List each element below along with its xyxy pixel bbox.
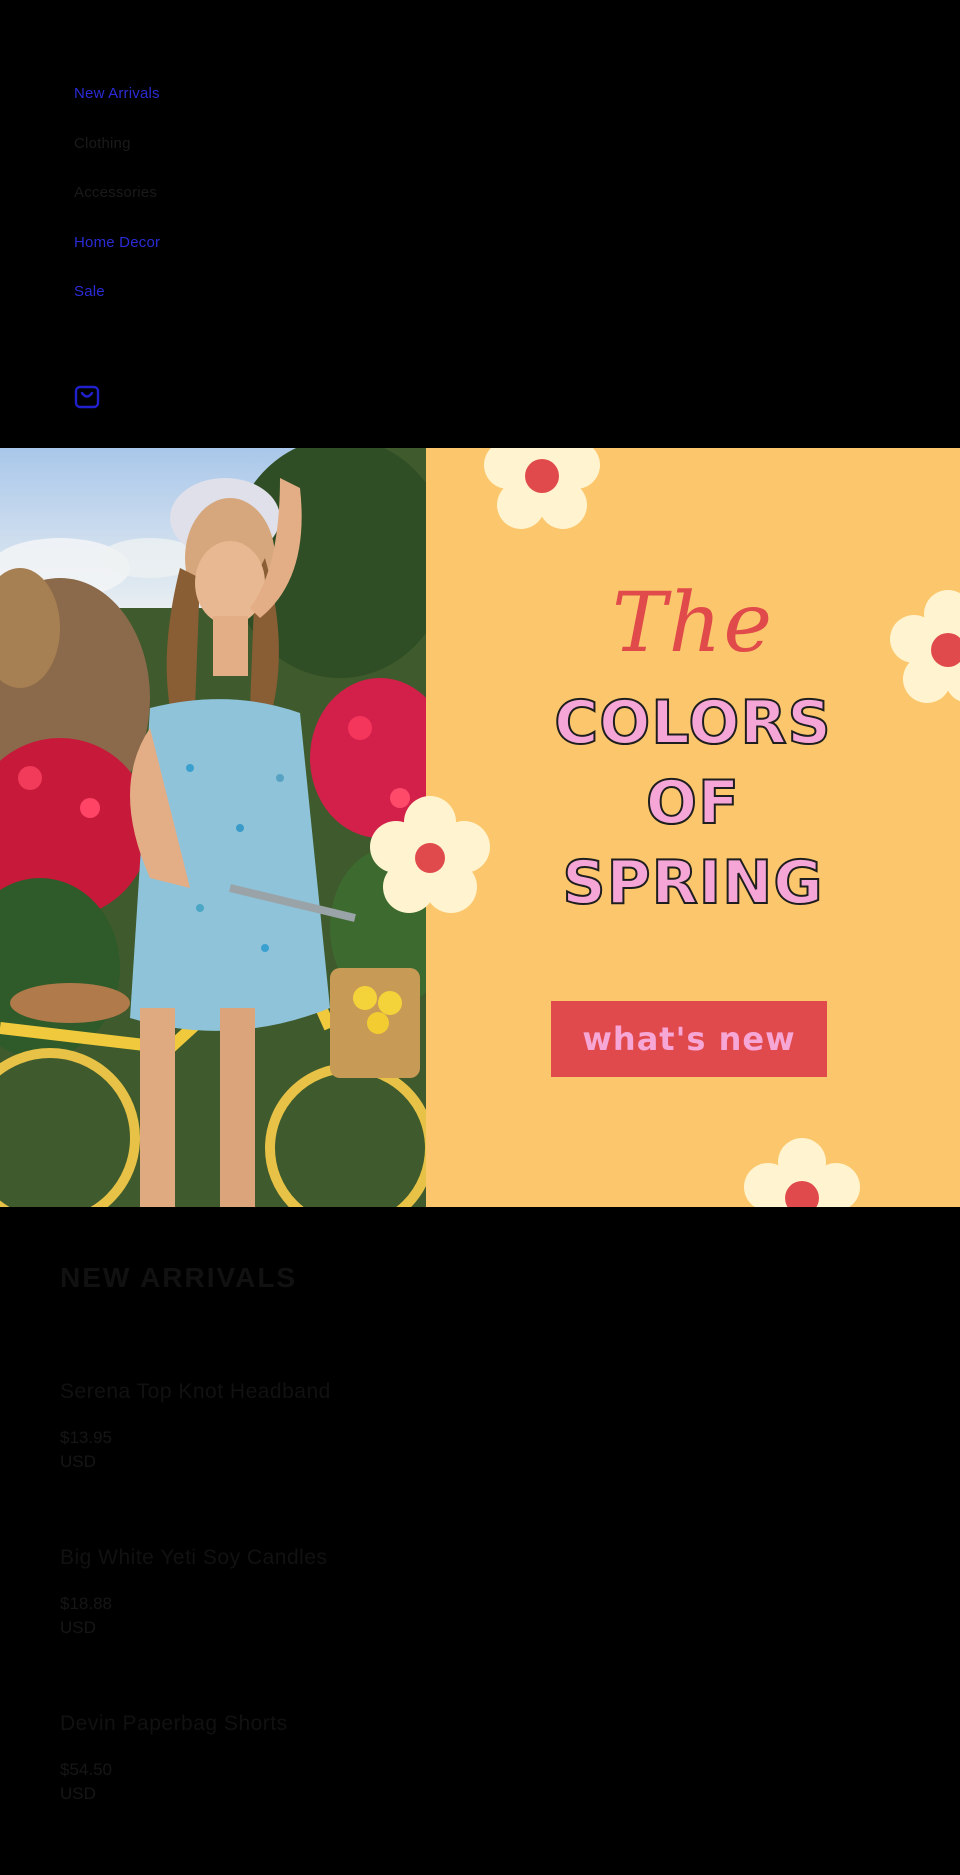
hero-promo-panel: The COLORS OF SPRING what's new bbox=[426, 448, 960, 1207]
price-currency: USD bbox=[60, 1452, 96, 1471]
product-card[interactable]: Big White Yeti Soy Candles $18.88 USD bbox=[60, 1546, 760, 1640]
product-card[interactable]: Devin Paperbag Shorts $54.50 USD bbox=[60, 1712, 760, 1806]
nav-new-arrivals[interactable]: New Arrivals bbox=[74, 84, 160, 134]
main-nav: New Arrivals Clothing Accessories Home D… bbox=[74, 84, 160, 332]
hero-script-word: The bbox=[611, 576, 775, 671]
nav-home-decor[interactable]: Home Decor bbox=[74, 233, 160, 283]
product-price: $13.95 USD bbox=[60, 1426, 760, 1474]
hero-headline-line2: OF bbox=[645, 767, 740, 839]
flower-icon bbox=[370, 796, 490, 913]
product-name[interactable]: Devin Paperbag Shorts bbox=[60, 1712, 760, 1736]
section-title-new-arrivals: NEW ARRIVALS bbox=[60, 1262, 298, 1293]
page: New Arrivals Clothing Accessories Home D… bbox=[0, 0, 960, 1875]
hero-headline-line3: SPRING bbox=[561, 847, 824, 919]
shopping-bag-icon[interactable] bbox=[74, 384, 100, 410]
whats-new-button[interactable]: what's new bbox=[551, 1001, 827, 1077]
product-name[interactable]: Serena Top Knot Headband bbox=[60, 1380, 760, 1404]
nav-clothing[interactable]: Clothing bbox=[74, 134, 160, 184]
product-price: $54.50 USD bbox=[60, 1758, 760, 1806]
product-name[interactable]: Big White Yeti Soy Candles bbox=[60, 1546, 760, 1570]
flower-icon bbox=[484, 448, 600, 529]
price-currency: USD bbox=[60, 1618, 96, 1637]
product-card[interactable]: Serena Top Knot Headband $13.95 USD bbox=[60, 1380, 760, 1474]
price-amount: $13.95 bbox=[60, 1428, 112, 1447]
nav-accessories[interactable]: Accessories bbox=[74, 183, 160, 233]
nav-sale[interactable]: Sale bbox=[74, 282, 160, 332]
price-amount: $54.50 bbox=[60, 1760, 112, 1779]
hero-banner: The COLORS OF SPRING what's new bbox=[0, 448, 960, 1207]
price-amount: $18.88 bbox=[60, 1594, 112, 1613]
product-price: $18.88 USD bbox=[60, 1592, 760, 1640]
price-currency: USD bbox=[60, 1784, 96, 1803]
hero-headline-line1: COLORS bbox=[553, 687, 832, 759]
